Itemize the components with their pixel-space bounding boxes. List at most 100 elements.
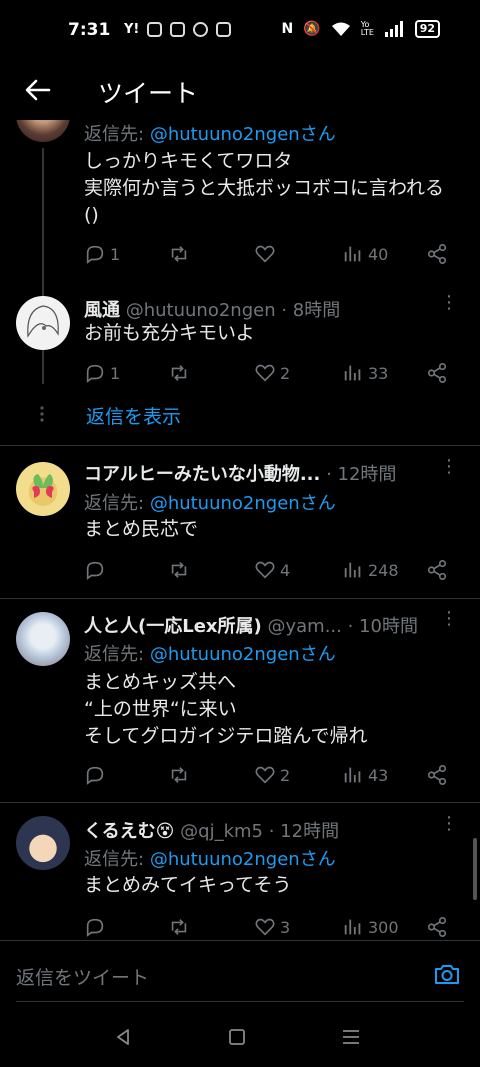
- heart-icon: [255, 561, 275, 579]
- replying-prefix: 返信先:: [84, 493, 145, 514]
- tweet-text: お前も充分キモいよ: [84, 322, 255, 344]
- divider: [16, 1001, 464, 1002]
- reply-input[interactable]: 返信をツイート: [16, 963, 149, 990]
- signal-icon: [384, 21, 403, 37]
- avatar[interactable]: [16, 296, 70, 350]
- more-options-icon[interactable]: ⋮: [440, 610, 458, 628]
- mention-link[interactable]: @hutuuno2ngenさん: [150, 124, 336, 145]
- store-icon: [216, 22, 232, 37]
- views-count: 300: [368, 917, 399, 937]
- tweet-actions: 2 43: [84, 762, 454, 788]
- divider: [0, 445, 480, 446]
- yahoo-icon: Y!: [124, 22, 140, 37]
- reply-button[interactable]: 1: [84, 241, 120, 267]
- views-count: 248: [368, 560, 399, 580]
- views-chart-icon: [344, 919, 361, 935]
- avatar[interactable]: [16, 612, 70, 666]
- heart-icon: [255, 245, 275, 263]
- replying-prefix: 返信先:: [84, 124, 145, 145]
- user-handle[interactable]: @yam...: [267, 616, 341, 637]
- reply-button[interactable]: 1: [84, 360, 120, 386]
- tweet-header: コアルヒーみたいな小動物... · 12時間: [84, 460, 396, 486]
- share-button[interactable]: [426, 241, 448, 267]
- views-button[interactable]: 40: [342, 241, 388, 267]
- views-button[interactable]: 300: [342, 914, 399, 940]
- share-button[interactable]: [426, 914, 448, 940]
- avatar[interactable]: [16, 462, 70, 516]
- heart-icon: [255, 364, 275, 382]
- tweet-time: · 12時間: [326, 464, 397, 485]
- more-options-icon[interactable]: ⋮: [440, 458, 458, 476]
- views-button[interactable]: 33: [342, 360, 388, 386]
- avatar[interactable]: [16, 816, 70, 870]
- like-count: 2: [280, 363, 291, 383]
- retweet-button[interactable]: [168, 762, 190, 788]
- share-button[interactable]: [426, 360, 448, 386]
- reply-button[interactable]: [84, 762, 106, 788]
- views-button[interactable]: 248: [342, 557, 399, 583]
- more-options-icon[interactable]: ⋮: [440, 815, 458, 833]
- page-title: ツイート: [98, 79, 199, 108]
- mention-link[interactable]: @hutuuno2ngenさん: [150, 493, 336, 514]
- back-triangle-icon[interactable]: [112, 1026, 134, 1048]
- reply-button[interactable]: [84, 914, 106, 940]
- like-button[interactable]: 4: [254, 557, 290, 583]
- retweet-icon: [171, 365, 187, 381]
- heart-icon: [255, 918, 275, 936]
- replying-to: 返信先: @hutuuno2ngenさん: [84, 489, 336, 515]
- display-name[interactable]: くるえむ😵: [84, 821, 174, 842]
- retweet-icon: [171, 919, 187, 935]
- scrollbar[interactable]: [473, 838, 477, 900]
- share-icon: [427, 363, 447, 383]
- tweet-time: · 8時間: [281, 300, 341, 321]
- mention-link[interactable]: @hutuuno2ngenさん: [150, 849, 336, 870]
- display-name[interactable]: 人と人(一応Lex所属): [84, 616, 262, 637]
- tweet-text: まとめ民芯で: [84, 518, 199, 540]
- like-count: 3: [280, 917, 291, 937]
- views-chart-icon: [344, 767, 361, 783]
- reply-icon: [86, 766, 104, 785]
- retweet-button[interactable]: [168, 557, 190, 583]
- user-handle[interactable]: @qj_km5: [180, 821, 263, 842]
- share-icon: [427, 560, 447, 580]
- display-name[interactable]: コアルヒーみたいな小動物...: [84, 464, 320, 485]
- tweet-header: くるえむ😵 @qj_km5 · 12時間: [84, 817, 339, 843]
- like-button[interactable]: 2: [254, 762, 290, 788]
- replying-to: 返信先: @hutuuno2ngenさん: [84, 845, 336, 871]
- views-button[interactable]: 43: [342, 762, 388, 788]
- volte-icon: Yo LTE: [360, 20, 374, 37]
- like-button[interactable]: [254, 241, 276, 267]
- avatar[interactable]: [16, 120, 70, 142]
- reply-feed[interactable]: 返信先: @hutuuno2ngenさん しっかりキモくてワロタ 実際何か言うと…: [0, 120, 480, 940]
- like-button[interactable]: 3: [254, 914, 290, 940]
- share-button[interactable]: [426, 762, 448, 788]
- more-options-icon[interactable]: ⋮: [440, 294, 458, 312]
- battery-indicator: 92: [414, 20, 440, 38]
- recents-menu-icon[interactable]: [340, 1026, 362, 1048]
- line-icon: [147, 22, 163, 37]
- share-button[interactable]: [426, 557, 448, 583]
- like-count: 4: [280, 560, 291, 580]
- notification-icons: Y!: [124, 22, 232, 37]
- home-square-icon[interactable]: [226, 1026, 248, 1048]
- show-replies-link[interactable]: 返信を表示: [86, 402, 181, 429]
- retweet-button[interactable]: [168, 360, 190, 386]
- tweet-actions: 1 2 33: [84, 360, 454, 386]
- reply-button[interactable]: [84, 557, 106, 583]
- chrome-icon: [193, 22, 209, 37]
- views-chart-icon: [344, 562, 361, 578]
- back-arrow-icon[interactable]: [24, 76, 52, 104]
- replying-to: 返信先: @hutuuno2ngenさん: [84, 640, 336, 666]
- tweet-actions: 1 40: [84, 241, 454, 267]
- user-handle[interactable]: @hutuuno2ngen: [126, 300, 276, 321]
- retweet-button[interactable]: [168, 241, 190, 267]
- mention-link[interactable]: @hutuuno2ngenさん: [150, 644, 336, 665]
- retweet-button[interactable]: [168, 914, 190, 940]
- tweet-time: · 12時間: [268, 821, 340, 842]
- display-name[interactable]: 風通: [84, 300, 120, 321]
- retweet-icon: [171, 767, 187, 783]
- reply-count: 1: [110, 363, 121, 383]
- views-count: 43: [368, 765, 389, 785]
- like-button[interactable]: 2: [254, 360, 290, 386]
- camera-icon[interactable]: [434, 961, 460, 987]
